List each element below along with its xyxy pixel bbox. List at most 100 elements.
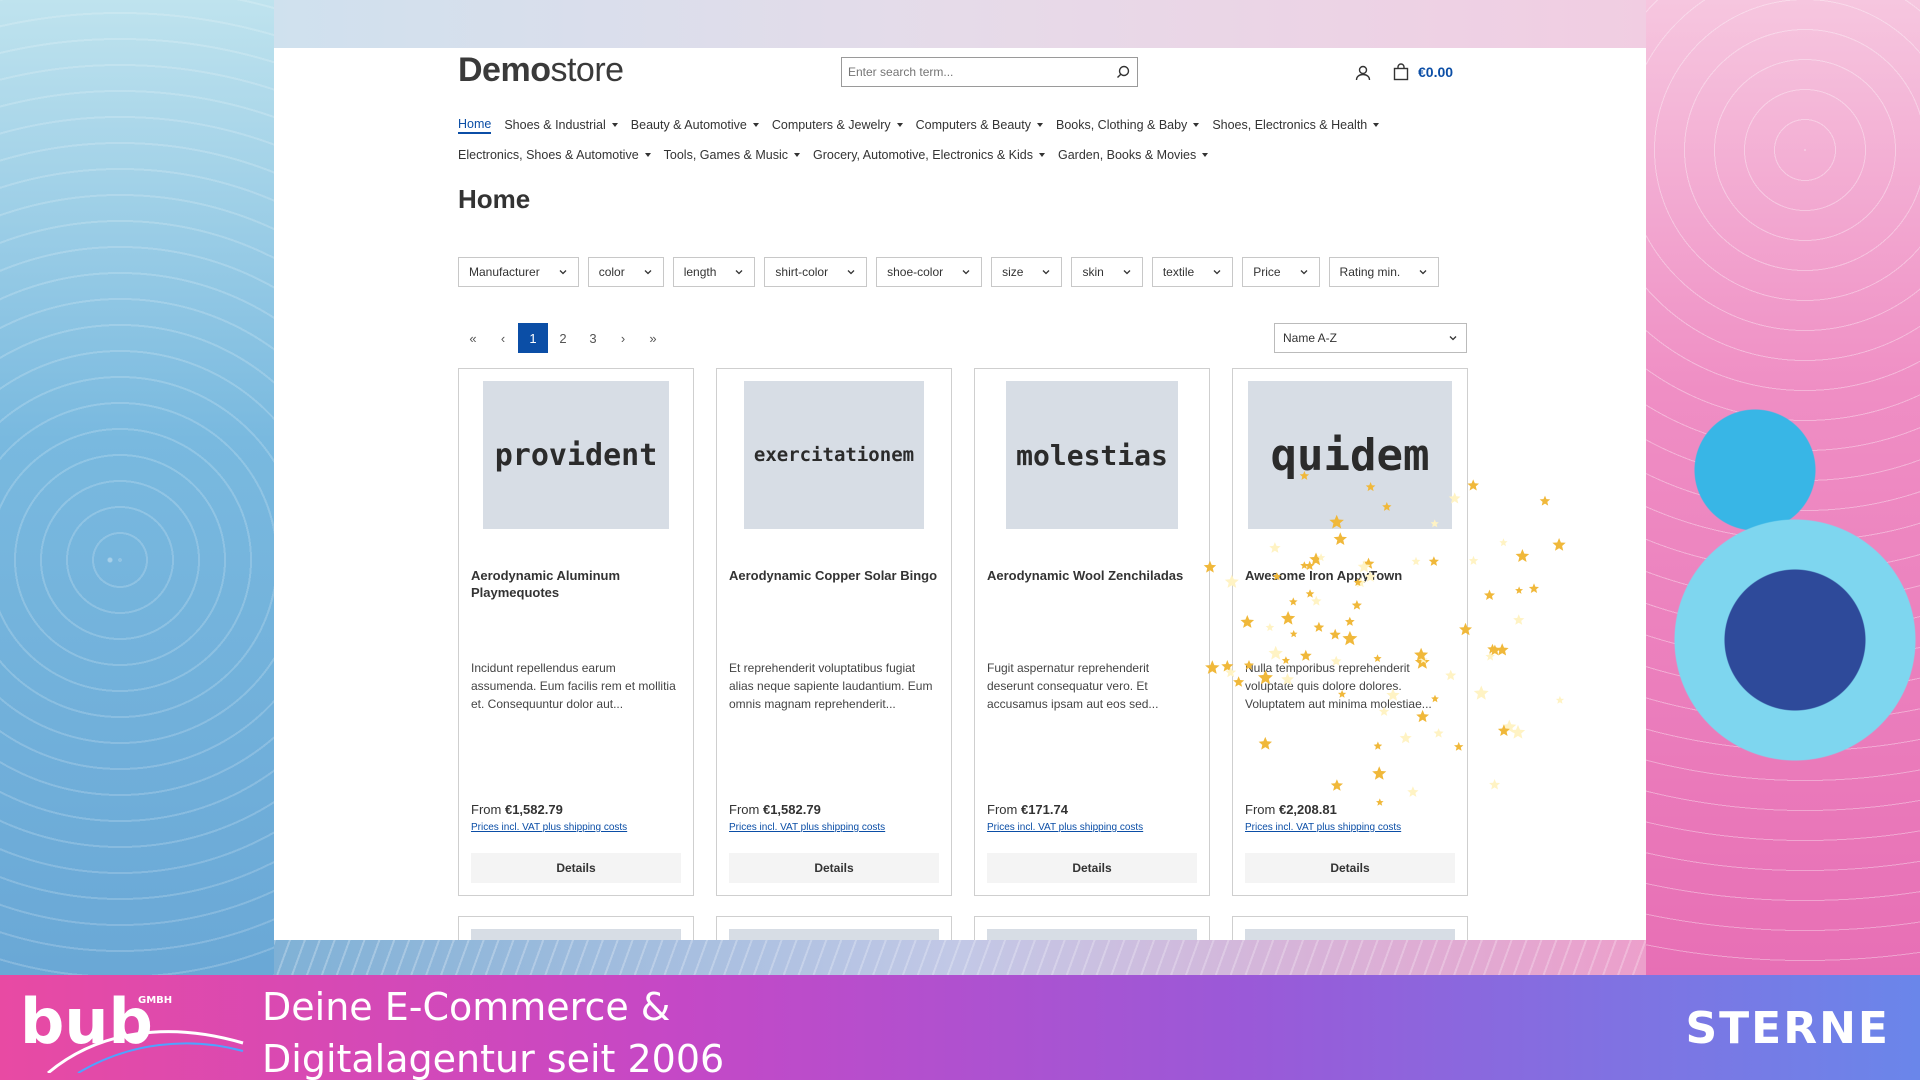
product-price: From €171.74 xyxy=(987,802,1068,817)
shipping-costs-link[interactable]: Prices incl. VAT plus shipping costs xyxy=(729,822,885,833)
product-card-partial[interactable] xyxy=(974,916,1210,940)
product-card-partial[interactable] xyxy=(1232,916,1468,940)
star-icon xyxy=(1365,482,1376,492)
filter-bar: Manufacturer color length shirt-color shoe-c… xyxy=(458,257,1440,287)
star-icon xyxy=(1333,532,1347,545)
star-icon xyxy=(1484,589,1495,600)
details-button[interactable]: Details xyxy=(987,853,1197,883)
nav-item-label: Grocery, Automotive, Electronics & Kids xyxy=(813,148,1033,162)
shipping-costs-link[interactable]: Prices incl. VAT plus shipping costs xyxy=(987,822,1143,833)
star-icon xyxy=(1379,706,1390,716)
page-next-button[interactable]: › xyxy=(608,323,638,353)
price-prefix: From xyxy=(471,802,502,817)
product-card[interactable]: provident Aerodynamic Aluminum Playmequot… xyxy=(458,368,694,896)
star-icon xyxy=(1243,660,1254,670)
product-description: Et reprehenderit voluptatibus fugiat ali… xyxy=(729,661,933,711)
cart-amount: €0.00 xyxy=(1418,64,1454,80)
caret-down-icon xyxy=(896,123,903,127)
chevron-down-icon xyxy=(1419,270,1427,275)
nav-item[interactable]: Computers & Beauty xyxy=(916,118,1043,132)
nav-item[interactable]: Grocery, Automotive, Electronics & Kids xyxy=(813,148,1045,162)
chevron-down-icon xyxy=(559,270,567,275)
caret-down-icon xyxy=(611,123,618,127)
star-icon xyxy=(1473,685,1489,700)
store-logo[interactable]: Demostore xyxy=(458,51,624,90)
product-image[interactable]: provident xyxy=(483,381,669,529)
cart-button[interactable]: €0.00 xyxy=(1392,63,1453,81)
star-icon xyxy=(1399,731,1412,744)
caret-down-icon xyxy=(752,123,759,127)
chevron-down-icon xyxy=(1043,270,1050,275)
product-card[interactable]: exercitationem Aerodynamic Copper Solar B… xyxy=(716,368,952,896)
nav-item[interactable]: Tools, Games & Music xyxy=(664,148,800,162)
product-description: Incidunt repellendus earum assumenda. Eu… xyxy=(471,661,676,711)
product-card-partial[interactable] xyxy=(716,916,952,940)
filter-label: length xyxy=(683,265,717,279)
filter-dropdown[interactable]: length xyxy=(672,257,756,287)
product-card-partial[interactable] xyxy=(458,916,694,940)
nav-item-label: Books, Clothing & Baby xyxy=(1055,118,1188,132)
page-number-button[interactable]: 3 xyxy=(578,323,608,353)
filter-dropdown[interactable]: textile xyxy=(1151,257,1234,287)
details-button[interactable]: Details xyxy=(729,853,939,883)
page-prev-button[interactable]: ‹ xyxy=(488,323,518,353)
search-input[interactable] xyxy=(848,65,1115,79)
page-last-button[interactable]: » xyxy=(638,323,668,353)
star-icon xyxy=(1329,514,1344,529)
page-number-button[interactable]: 2 xyxy=(548,323,578,353)
star-icon xyxy=(1386,688,1400,701)
nav-item[interactable]: Shoes & Industrial xyxy=(504,118,618,132)
filter-label: skin xyxy=(1082,265,1104,279)
star-icon xyxy=(1445,669,1457,681)
product-image[interactable]: molestias xyxy=(1006,381,1178,529)
product-name[interactable]: Aerodynamic Aluminum Playmequotes xyxy=(471,567,681,601)
product-name[interactable]: Aerodynamic Copper Solar Bingo xyxy=(729,567,939,584)
page-first-button[interactable]: « xyxy=(458,323,488,353)
filter-dropdown[interactable]: skin xyxy=(1071,257,1143,287)
filter-dropdown[interactable]: color xyxy=(587,257,664,287)
star-icon xyxy=(1513,614,1525,625)
nav-item[interactable]: Beauty & Automotive xyxy=(631,118,759,132)
filter-dropdown[interactable]: shoe-color xyxy=(876,257,983,287)
page-number-button[interactable]: 1 xyxy=(518,323,548,353)
nav-item-label: Beauty & Automotive xyxy=(630,118,747,132)
filter-dropdown[interactable]: size xyxy=(991,257,1063,287)
product-card[interactable]: molestias Aerodynamic Wool Zenchiladas Fug… xyxy=(974,368,1210,896)
user-icon[interactable] xyxy=(1354,64,1372,82)
filter-dropdown[interactable]: Rating min. xyxy=(1328,257,1440,287)
shipping-costs-link[interactable]: Prices incl. VAT plus shipping costs xyxy=(1245,822,1401,833)
background-right xyxy=(1645,0,1920,975)
nav-item-label: Electronics, Shoes & Automotive xyxy=(458,148,639,162)
filter-label: size xyxy=(1002,265,1024,279)
sort-select[interactable]: Name A-Z xyxy=(1274,323,1467,353)
shipping-costs-link[interactable]: Prices incl. VAT plus shipping costs xyxy=(471,822,627,833)
details-button[interactable]: Details xyxy=(471,853,681,883)
star-icon xyxy=(1240,615,1255,628)
nav-item[interactable]: Books, Clothing & Baby xyxy=(1055,118,1200,132)
filter-dropdown[interactable]: Manufacturer xyxy=(458,257,579,287)
search-icon[interactable] xyxy=(1115,64,1131,80)
nav-item[interactable]: Garden, Books & Movies xyxy=(1058,148,1209,162)
nav-row-2: Electronics, Shoes & Automotive Tools, Ga… xyxy=(458,140,1468,170)
star-icon xyxy=(1430,519,1439,528)
product-name[interactable]: Aerodynamic Wool Zenchiladas xyxy=(987,567,1197,584)
star-icon xyxy=(1205,660,1220,674)
star-icon xyxy=(1372,766,1387,780)
chevron-down-icon xyxy=(962,270,970,275)
nav-item[interactable]: Shoes, Electronics & Health xyxy=(1212,118,1380,132)
star-icon xyxy=(1364,571,1376,582)
product-image[interactable]: exercitationem xyxy=(744,381,924,529)
nav-item[interactable]: Computers & Jewelry xyxy=(772,118,903,132)
price-prefix: From xyxy=(729,802,760,817)
search-box xyxy=(841,57,1138,87)
star-icon xyxy=(1258,736,1272,750)
product-price: From €1,582.79 xyxy=(729,802,821,817)
filter-dropdown[interactable]: Price xyxy=(1242,257,1320,287)
nav-item[interactable]: Home xyxy=(458,117,492,134)
filter-dropdown[interactable]: shirt-color xyxy=(764,257,868,287)
price-value: €1,582.79 xyxy=(762,802,821,817)
logo-light: store xyxy=(550,51,624,89)
nav-item[interactable]: Electronics, Shoes & Automotive xyxy=(458,148,651,162)
bub-logo: bub GMBH xyxy=(20,985,244,1073)
details-button[interactable]: Details xyxy=(1245,853,1455,883)
